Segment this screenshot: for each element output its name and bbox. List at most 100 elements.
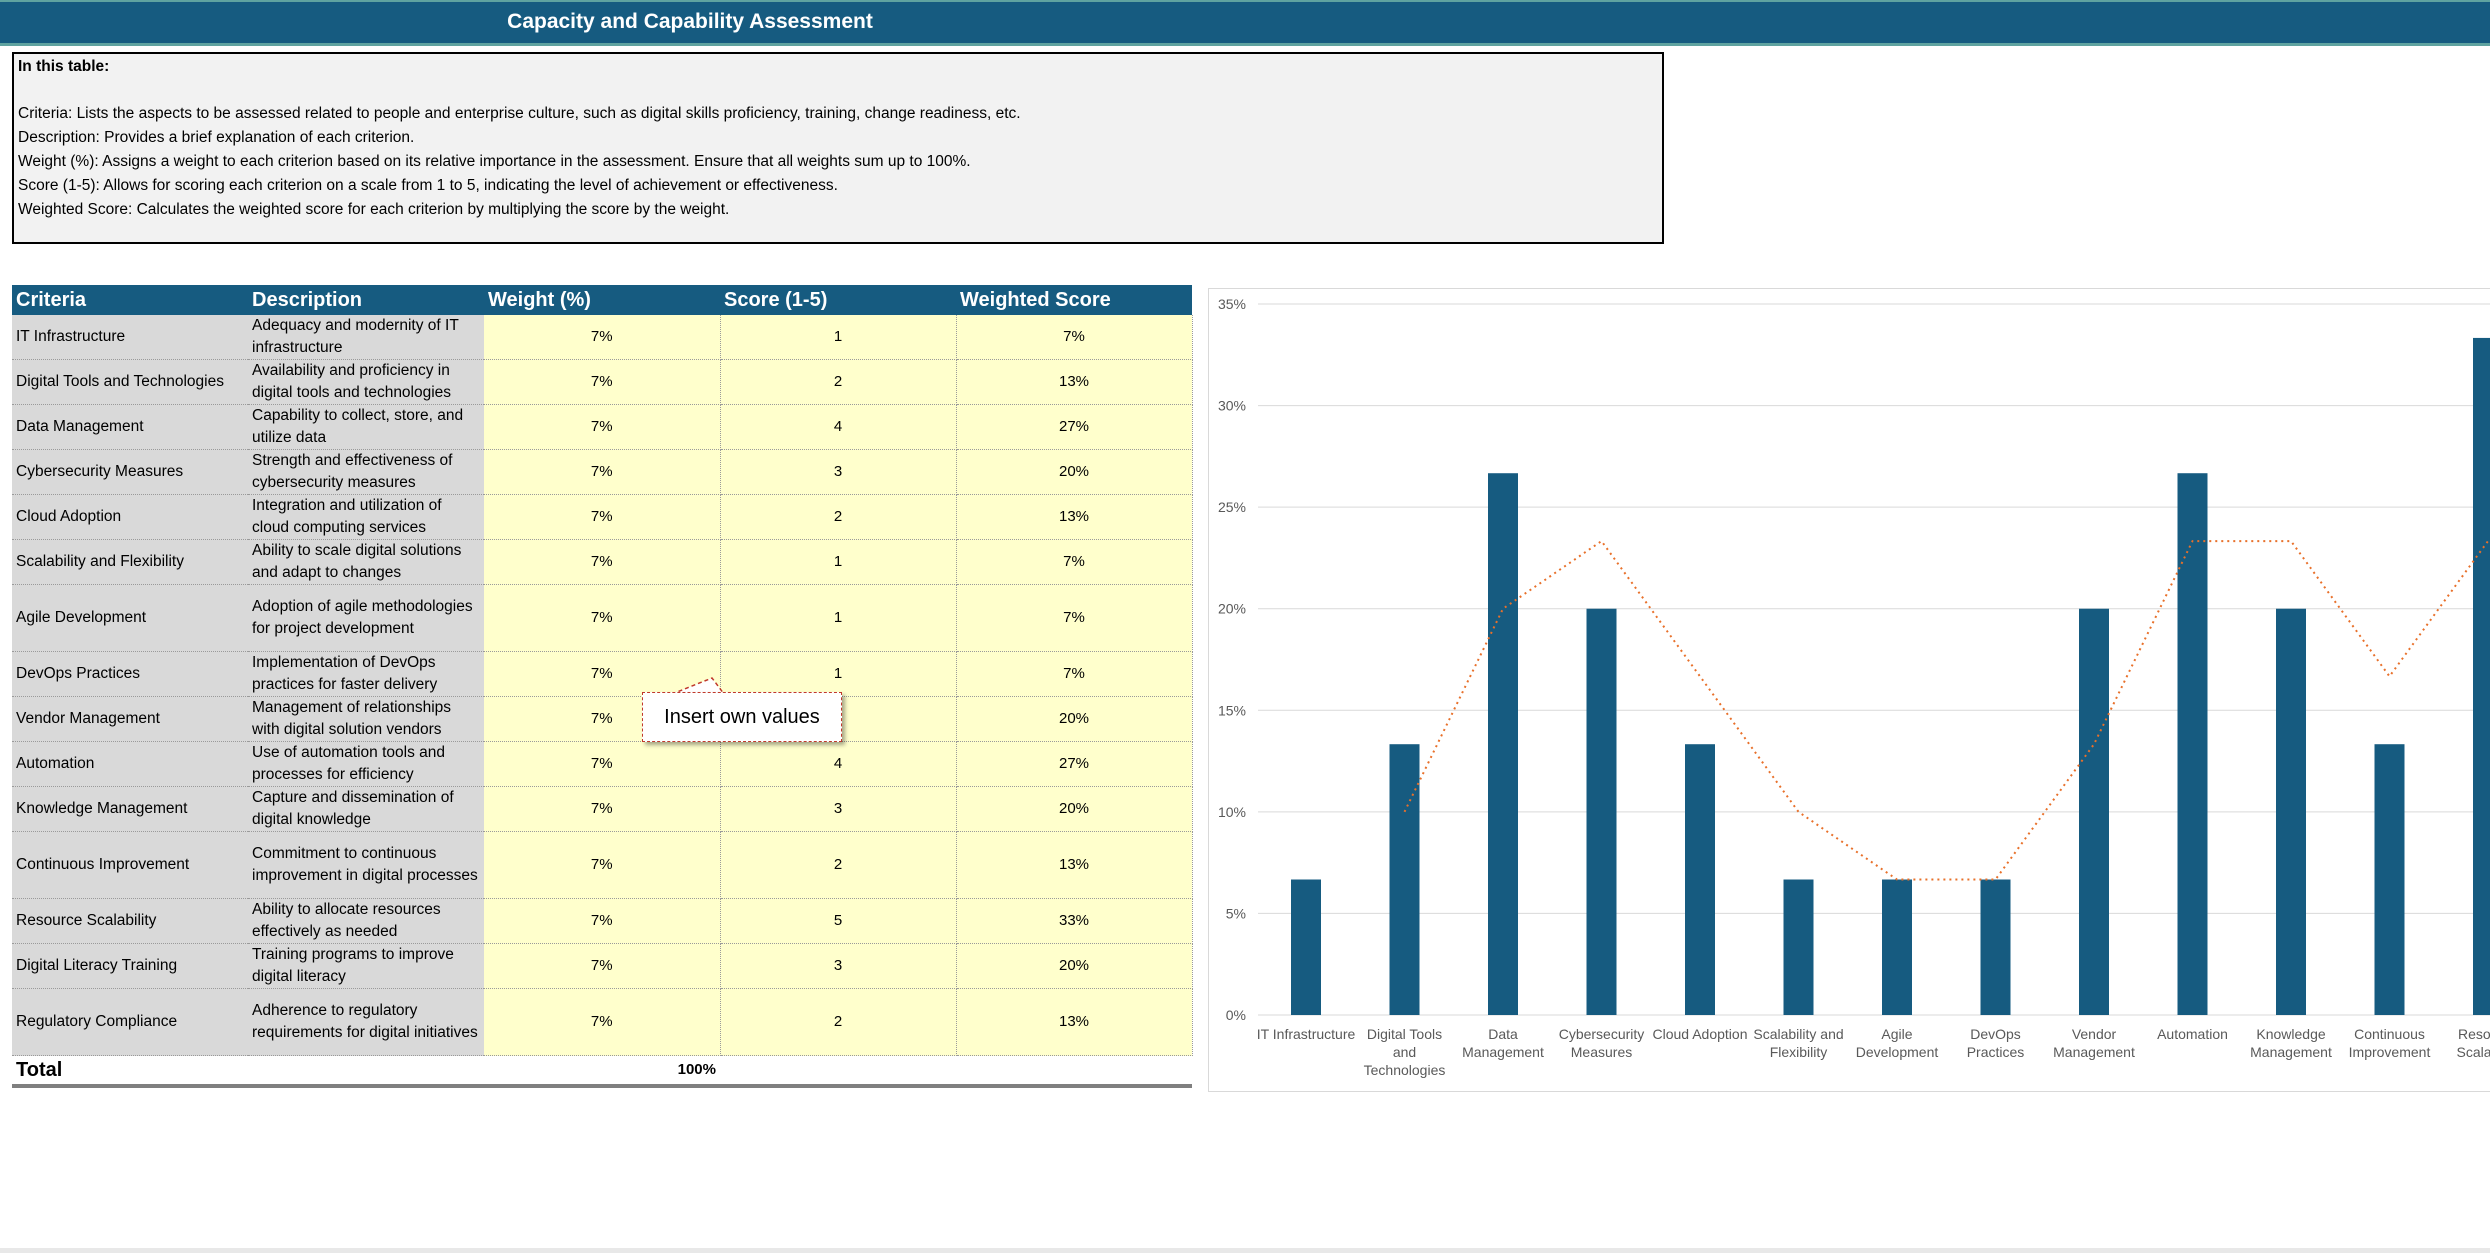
score-cell[interactable]: 4	[720, 404, 957, 450]
score-cell[interactable]: 2	[720, 831, 957, 899]
score-cell[interactable]: 1	[720, 651, 957, 697]
x-tick-label-line: Development	[1856, 1044, 1939, 1060]
score-cell[interactable]: 1	[720, 315, 957, 360]
weighted-score-cell[interactable]: 13%	[956, 988, 1193, 1056]
header-description: Description	[248, 285, 484, 315]
x-tick-label-line: Technologies	[1364, 1062, 1446, 1078]
weighted-score-cell[interactable]: 20%	[956, 786, 1193, 832]
score-cell[interactable]: 4	[720, 741, 957, 787]
criteria-cell: IT Infrastructure	[12, 315, 248, 360]
weight-cell[interactable]: 7%	[484, 539, 721, 585]
description-cell: Availability and proficiency in digital …	[248, 359, 484, 405]
description-cell: Management of relationships with digital…	[248, 696, 484, 742]
weighted-score-cell[interactable]: 13%	[956, 831, 1193, 899]
table-row: Digital Tools and Technologies Availabili…	[12, 359, 1193, 405]
weighted-score-cell[interactable]: 7%	[956, 651, 1193, 697]
x-tick-label-line: and	[1393, 1044, 1416, 1060]
description-cell: Strength and effectiveness of cybersecur…	[248, 449, 484, 495]
bar	[1882, 879, 1912, 1015]
x-tick-label-line: Knowledge	[2256, 1026, 2325, 1042]
x-tick-label: Vendor Management	[2053, 1026, 2135, 1060]
weighted-score-cell[interactable]: 7%	[956, 539, 1193, 585]
weight-cell[interactable]: 7%	[484, 741, 721, 787]
x-tick-label-line: Agile	[1881, 1026, 1912, 1042]
bar	[1291, 879, 1321, 1015]
score-cell[interactable]: 1	[720, 584, 957, 652]
weight-cell[interactable]: 7%	[484, 831, 721, 899]
x-tick-label-line: Scalability and	[1753, 1026, 1843, 1042]
x-tick-label-line: Management	[2053, 1044, 2135, 1060]
bottom-scrollbar[interactable]	[0, 1248, 2490, 1253]
x-tick-label: IT Infrastructure	[1257, 1026, 1356, 1042]
table-row: Vendor Management Management of relations…	[12, 696, 1193, 742]
score-cell[interactable]: 3	[720, 449, 957, 495]
description-cell: Adherence to regulatory requirements for…	[248, 988, 484, 1056]
weight-cell[interactable]: 7%	[484, 404, 721, 450]
y-tick-label: 5%	[1226, 905, 1246, 921]
x-tick-label: Continuous Improvement	[2349, 1026, 2431, 1060]
table-row: Agile Development Adoption of agile metho…	[12, 584, 1193, 652]
description-cell: Implementation of DevOps practices for f…	[248, 651, 484, 697]
weight-cell[interactable]: 7%	[484, 584, 721, 652]
weighted-score-cell[interactable]: 13%	[956, 494, 1193, 540]
weight-cell[interactable]: 7%	[484, 898, 721, 944]
callout-note[interactable]: Insert own values	[642, 692, 842, 742]
weight-cell[interactable]: 7%	[484, 943, 721, 989]
table-row: Digital Literacy Training Training progra…	[12, 943, 1193, 989]
weighted-score-cell[interactable]: 7%	[956, 315, 1193, 360]
weighted-score-cell[interactable]: 13%	[956, 359, 1193, 405]
score-cell[interactable]: 3	[720, 786, 957, 832]
criteria-cell: Digital Literacy Training	[12, 943, 248, 989]
x-tick-label-line: Cybersecurity	[1559, 1026, 1645, 1042]
weighted-score-cell[interactable]: 20%	[956, 696, 1193, 742]
y-tick-label: 0%	[1226, 1007, 1246, 1023]
weighted-score-cell[interactable]: 27%	[956, 404, 1193, 450]
total-weight: 100%	[484, 1055, 720, 1088]
x-tick-label-line: Management	[1462, 1044, 1544, 1060]
weight-cell[interactable]: 7%	[484, 315, 721, 360]
score-cell[interactable]: 2	[720, 359, 957, 405]
info-line-weight: Weight (%): Assigns a weight to each cri…	[18, 153, 971, 170]
description-cell: Commitment to continuous improvement in …	[248, 831, 484, 899]
info-line-score: Score (1-5): Allows for scoring each cri…	[18, 177, 838, 194]
score-cell[interactable]: 5	[720, 898, 957, 944]
weighted-score-cell[interactable]: 33%	[956, 898, 1193, 944]
weight-cell[interactable]: 7%	[484, 449, 721, 495]
weighted-score-cell[interactable]: 7%	[956, 584, 1193, 652]
bar	[1488, 473, 1518, 1015]
bar	[1685, 744, 1715, 1015]
score-cell[interactable]: 2	[720, 494, 957, 540]
table-header-row: Criteria Description Weight (%) Score (1…	[12, 285, 1192, 315]
weight-cell[interactable]: 7%	[484, 359, 721, 405]
score-cell[interactable]: 1	[720, 539, 957, 585]
x-tick-label: Resource Scalability	[2456, 1026, 2490, 1060]
y-tick-label: 15%	[1218, 702, 1246, 718]
info-line-description: Description: Provides a brief explanatio…	[18, 129, 415, 146]
weighted-score-cell[interactable]: 27%	[956, 741, 1193, 787]
weight-cell[interactable]: 7%	[484, 786, 721, 832]
x-tick-label: Knowledge Management	[2250, 1026, 2332, 1060]
x-tick-label: Data Management	[1462, 1026, 1544, 1060]
bar	[1783, 879, 1814, 1015]
bar	[2473, 337, 2490, 1015]
weighted-score-chart: 0% 5% 10% 15% 20% 25% 30% 35% IT Infrastructure D…	[1218, 296, 2490, 1078]
score-cell[interactable]: 3	[720, 943, 957, 989]
weighted-score-cell[interactable]: 20%	[956, 449, 1193, 495]
score-cell[interactable]: 2	[720, 988, 957, 1056]
weighted-score-cell[interactable]: 20%	[956, 943, 1193, 989]
criteria-cell: DevOps Practices	[12, 651, 248, 697]
weight-cell[interactable]: 7%	[484, 988, 721, 1056]
y-tick-label: 25%	[1218, 499, 1246, 515]
x-tick-label-line: Digital Tools	[1367, 1026, 1442, 1042]
criteria-cell: Cloud Adoption	[12, 494, 248, 540]
criteria-cell: Automation	[12, 741, 248, 787]
x-tick-label-line: Measures	[1571, 1044, 1632, 1060]
table-row: Automation Use of automation tools and pr…	[12, 741, 1193, 787]
table-row: Resource Scalability Ability to allocate …	[12, 898, 1193, 944]
y-tick-label: 20%	[1218, 601, 1246, 617]
assessment-table: Criteria Description Weight (%) Score (1…	[12, 285, 1193, 1088]
x-tick-label-line: IT Infrastructure	[1257, 1026, 1356, 1042]
description-cell: Adoption of agile methodologies for proj…	[248, 584, 484, 652]
weight-cell[interactable]: 7%	[484, 494, 721, 540]
bar	[2177, 473, 2208, 1015]
